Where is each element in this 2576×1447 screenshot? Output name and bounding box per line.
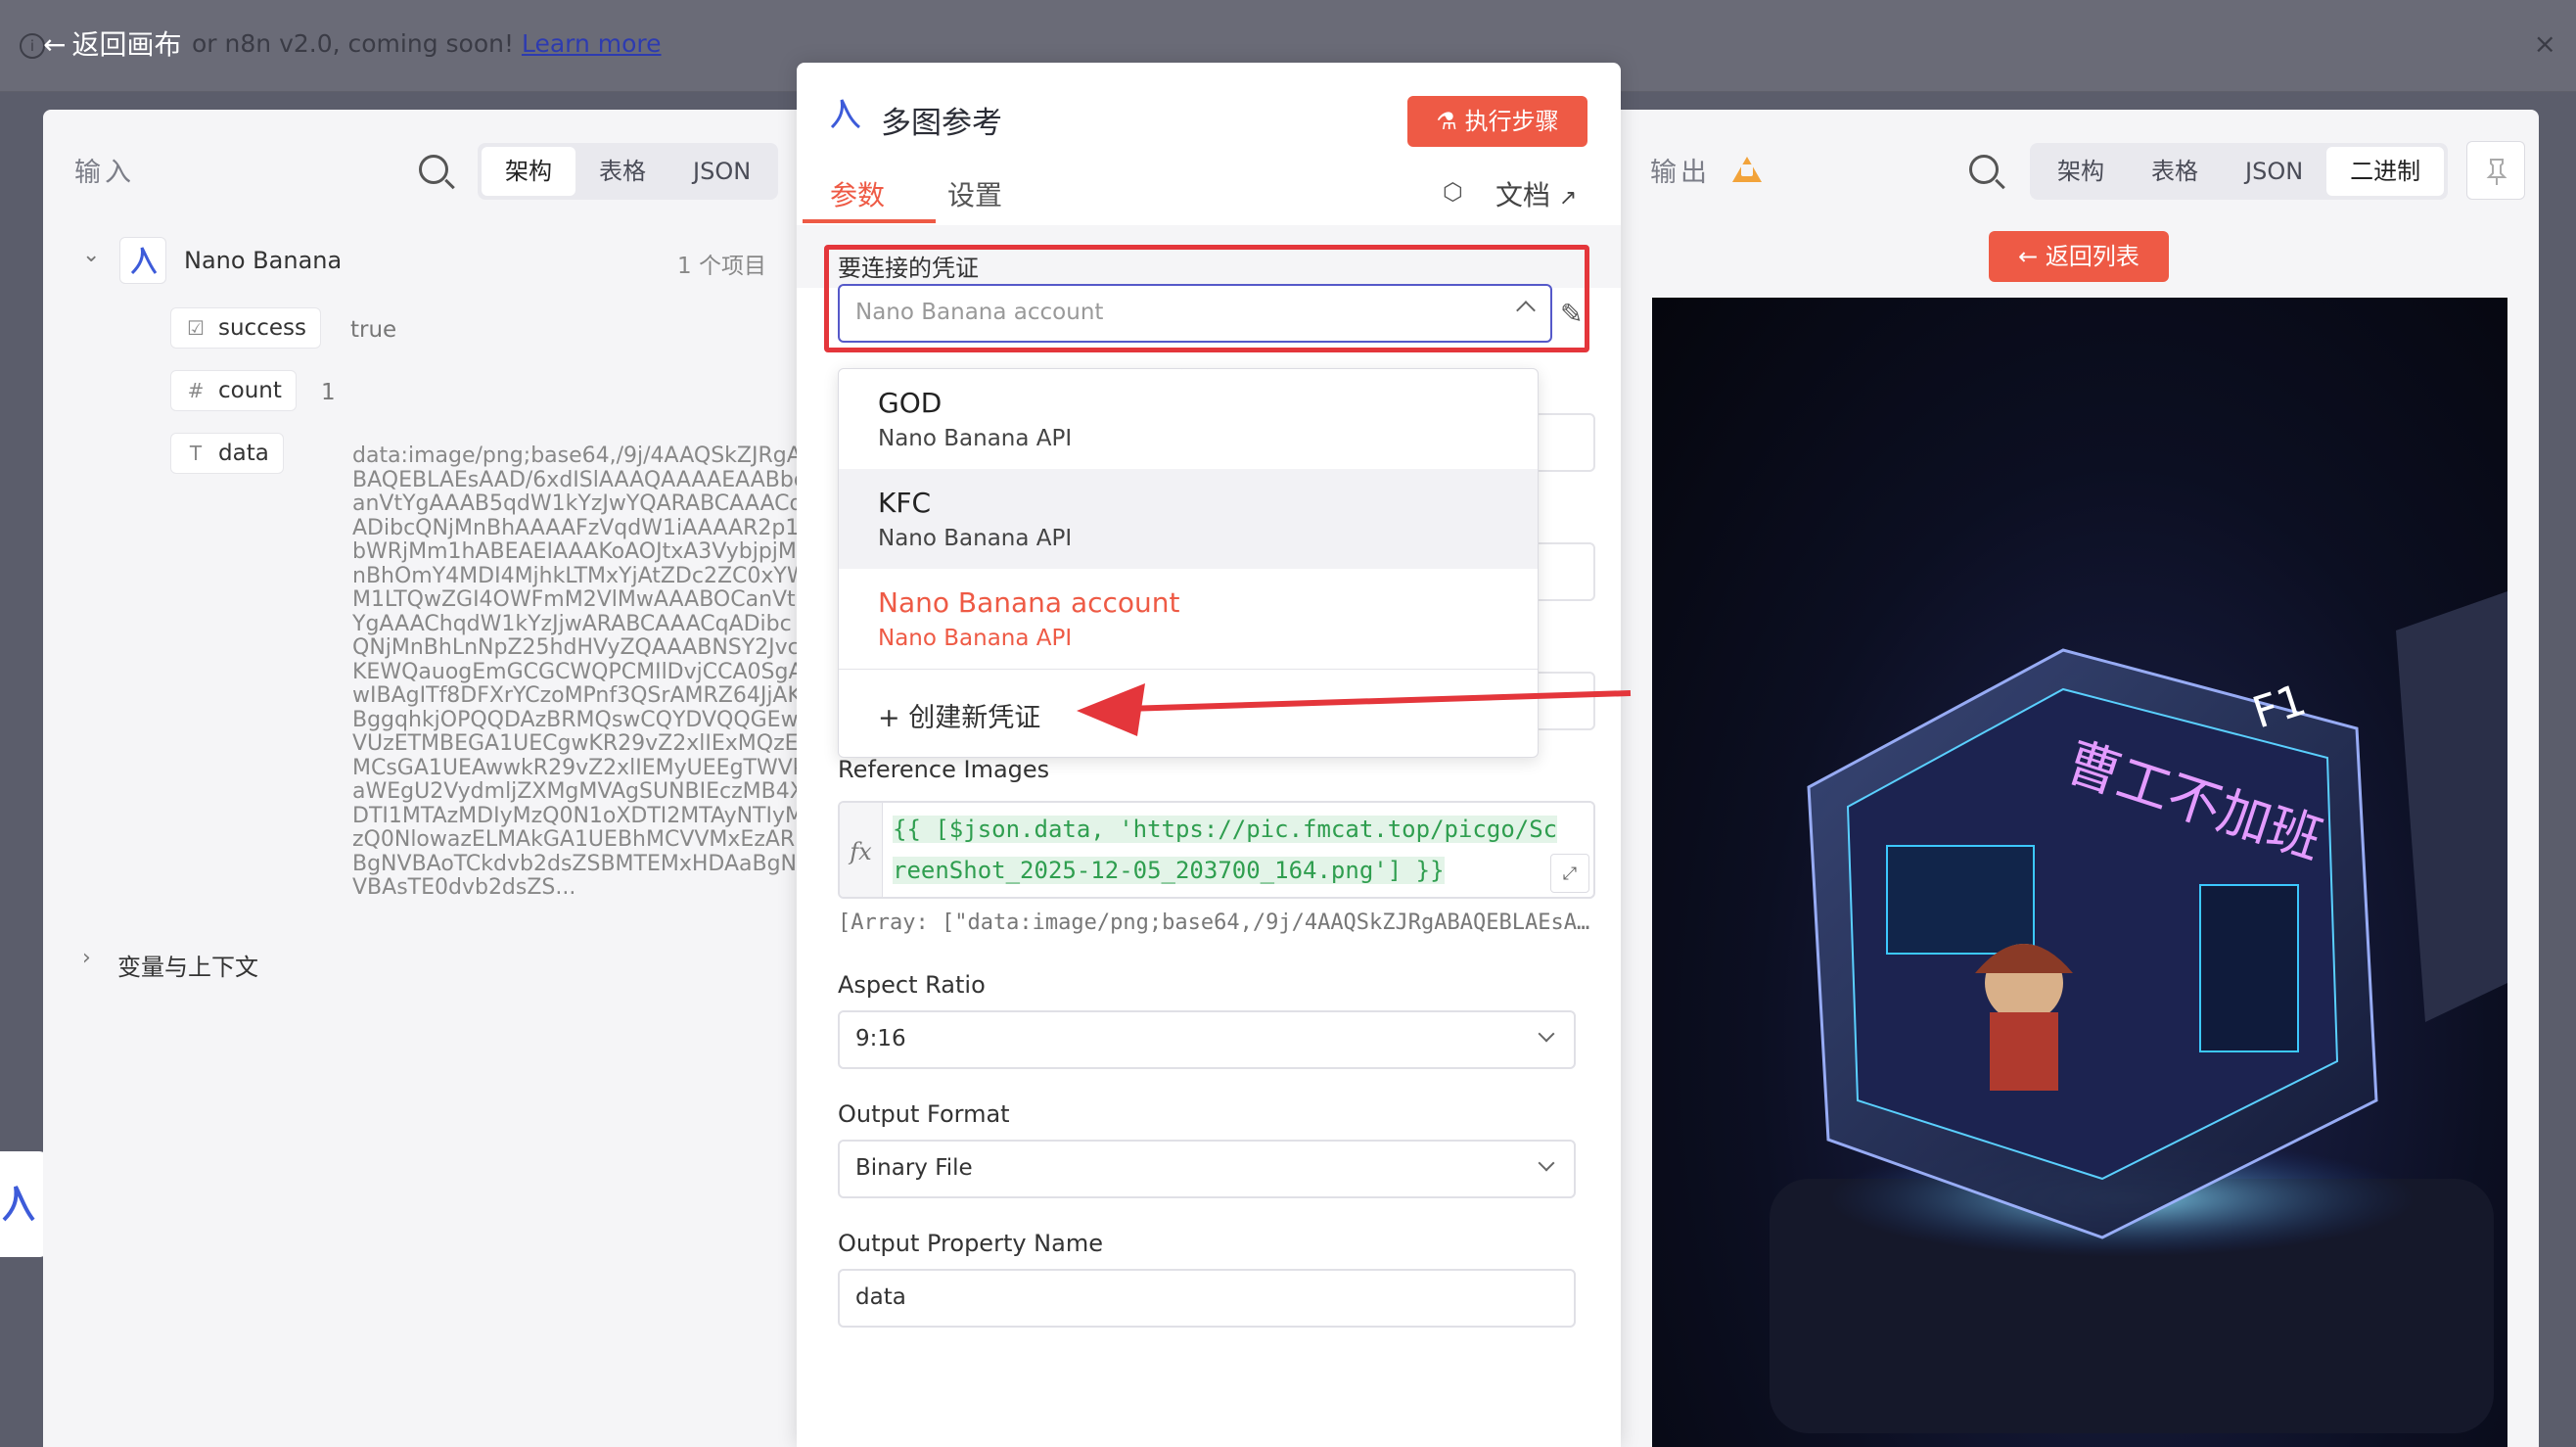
chevron-up-icon <box>1516 301 1536 320</box>
item-count: 1 个项目 <box>677 254 766 279</box>
credential-option-god[interactable]: GOD Nano Banana API <box>839 369 1538 469</box>
view-json[interactable]: JSON <box>669 147 774 196</box>
field-value-data: data:image/png;base64,/9j/4AAQSkZJRgABAQ… <box>352 443 808 900</box>
output-property-label: Output Property Name <box>838 1230 1103 1257</box>
info-icon: i <box>20 33 45 59</box>
fx-icon: fx <box>840 803 883 897</box>
warning-icon <box>1732 157 1762 182</box>
input-panel: 输入 架构 表格 JSON ⌄ Nano Banana 1 个项目 ☑ succe… <box>43 110 808 1447</box>
credential-value: Nano Banana account <box>855 300 1104 325</box>
node-logo-icon <box>130 247 158 275</box>
execute-step-button[interactable]: ⚗ 执行步骤 <box>1407 96 1587 147</box>
flask-icon: ⚗ <box>1436 108 1457 135</box>
credential-option-nano-banana[interactable]: Nano Banana account Nano Banana API <box>839 569 1538 669</box>
input-view-switch: 架构 表格 JSON <box>478 143 779 200</box>
aspect-ratio-label: Aspect Ratio <box>838 971 986 999</box>
view-json[interactable]: JSON <box>2222 147 2326 196</box>
back-to-canvas-button[interactable]: ← 返回画布 <box>43 23 181 63</box>
chevron-down-icon <box>1538 1025 1555 1043</box>
search-icon[interactable] <box>1969 155 1999 184</box>
chevron-down-icon[interactable]: ⌄ <box>82 243 100 267</box>
binary-image-preview: 曹工不加班 F1 <box>1652 298 2507 1447</box>
docs-link[interactable]: 文档 ↗ <box>1495 174 1577 213</box>
field-value-success: true <box>350 317 397 343</box>
keycap-illustration: 曹工不加班 F1 <box>1770 591 2507 1433</box>
chevron-right-icon[interactable]: › <box>82 946 91 970</box>
node-settings-modal: 多图参考 ⚗ 执行步骤 参数 设置 ⬡ 文档 ↗ 要连接的凭证 Nano Ban… <box>797 63 1621 1447</box>
output-property-input[interactable]: data <box>838 1269 1576 1328</box>
aspect-ratio-select[interactable]: 9:16 <box>838 1010 1576 1069</box>
arrow-left-icon: ← <box>43 28 67 61</box>
expand-icon[interactable]: ⤢ <box>1550 854 1589 893</box>
pin-icon <box>2486 159 2507 185</box>
number-icon: # <box>187 379 205 402</box>
node-logo-icon <box>2 1186 35 1222</box>
output-title: 输出 <box>1650 158 1711 188</box>
view-table[interactable]: 表格 <box>2128 147 2222 196</box>
output-panel: 输出 架构 表格 JSON 二进制 ← 返回列表 曹工不加班 F1 <box>1619 110 2539 1447</box>
close-icon[interactable]: × <box>2534 27 2556 60</box>
input-title: 输入 <box>74 158 135 188</box>
field-tag-success[interactable]: ☑ success <box>170 307 321 349</box>
credential-option-kfc[interactable]: KFC Nano Banana API <box>839 469 1538 569</box>
tab-parameters[interactable]: 参数 <box>830 174 885 213</box>
active-tab-underline <box>803 219 936 223</box>
nano-banana-node-icon <box>119 237 166 284</box>
tab-settings[interactable]: 设置 <box>947 174 1002 213</box>
node-name: Nano Banana <box>184 247 343 274</box>
view-table[interactable]: 表格 <box>575 147 669 196</box>
boolean-icon: ☑ <box>187 316 205 340</box>
side-node-toggle[interactable] <box>0 1151 49 1257</box>
view-schema[interactable]: 架构 <box>2034 147 2128 196</box>
edit-pencil-icon[interactable]: ✎ <box>1560 298 1583 330</box>
reference-images-label: Reference Images <box>838 756 1050 783</box>
field-tag-data[interactable]: Tdata <box>170 433 284 474</box>
reference-images-expression[interactable]: fx {{ [$json.data, 'https://pic.fmcat.to… <box>838 801 1595 899</box>
field-value-count: 1 <box>321 380 336 405</box>
pin-data-button[interactable] <box>2466 141 2525 200</box>
vars-context-item[interactable]: 变量与上下文 <box>117 948 258 982</box>
banner-text: or n8n v2.0, coming soon! Learn more <box>192 29 662 58</box>
external-link-icon: ↗ <box>1558 186 1578 210</box>
field-tag-count[interactable]: # count <box>170 370 297 411</box>
output-view-switch: 架构 表格 JSON 二进制 <box>2030 143 2449 200</box>
string-icon: T <box>189 442 203 465</box>
output-format-label: Output Format <box>838 1100 1010 1128</box>
view-binary[interactable]: 二进制 <box>2326 147 2445 196</box>
credential-select[interactable]: Nano Banana account <box>838 284 1552 343</box>
annotation-arrow <box>1077 683 1632 736</box>
back-to-list-button[interactable]: ← 返回列表 <box>1989 231 2169 282</box>
output-format-select[interactable]: Binary File <box>838 1140 1576 1198</box>
chevron-down-icon <box>1538 1154 1555 1172</box>
cube-icon[interactable]: ⬡ <box>1443 178 1463 206</box>
view-schema[interactable]: 架构 <box>482 147 575 196</box>
expression-result: [Array: ["data:image/png;base64,/9j/4AAQ… <box>838 910 1595 935</box>
expression-code: {{ [$json.data, 'https://pic.fmcat.top/p… <box>893 816 1558 884</box>
credential-label: 要连接的凭证 <box>838 255 979 282</box>
search-icon[interactable] <box>419 155 448 184</box>
learn-more-link[interactable]: Learn more <box>522 29 662 58</box>
node-title[interactable]: 多图参考 <box>881 98 1002 142</box>
node-logo-icon <box>830 99 860 129</box>
